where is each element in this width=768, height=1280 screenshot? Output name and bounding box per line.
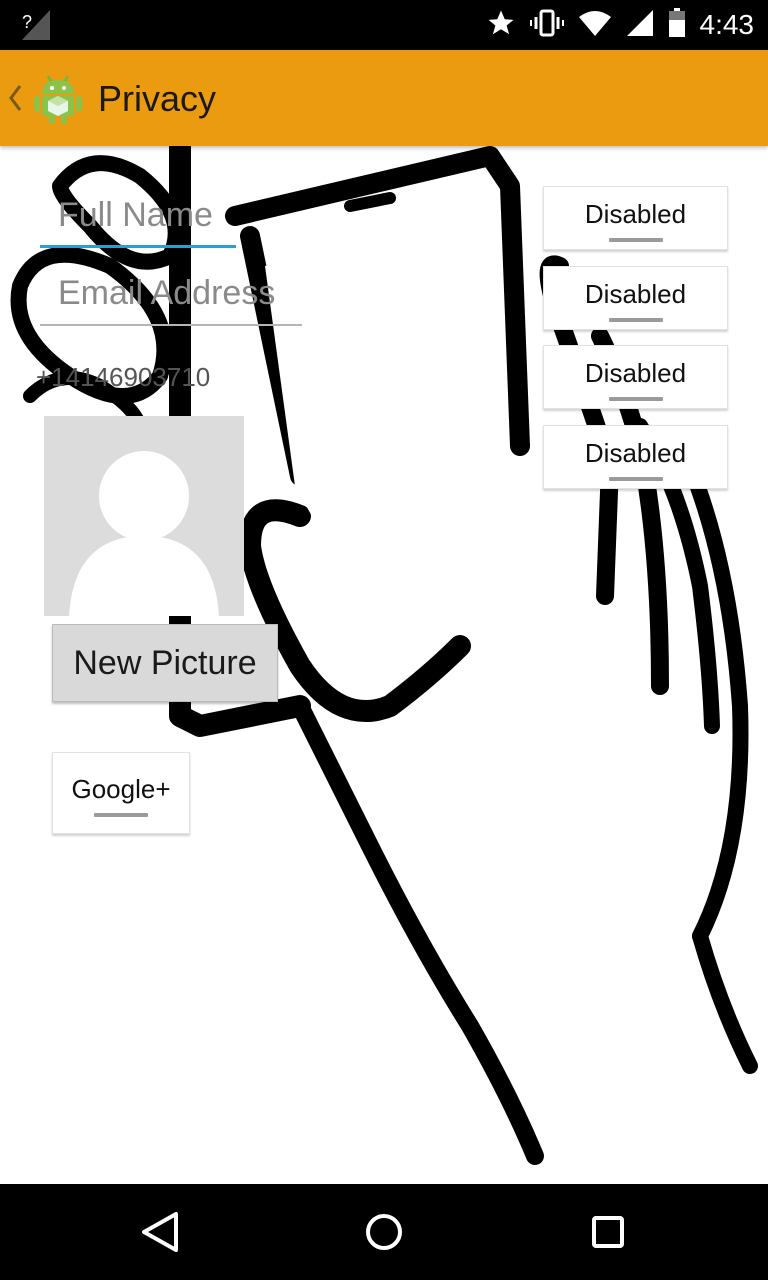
full-name-input[interactable] xyxy=(58,196,236,235)
toggle-button-4[interactable]: Disabled xyxy=(543,425,728,489)
toggle-indicator xyxy=(94,812,148,817)
google-plus-button[interactable]: Google+ xyxy=(52,752,190,834)
toggle-label: Disabled xyxy=(584,437,687,468)
toggle-indicator xyxy=(608,476,663,481)
clock: 4:43 xyxy=(699,9,755,40)
signal-unknown-icon: ? xyxy=(20,8,54,42)
battery-icon xyxy=(668,7,686,43)
navigation-bar xyxy=(0,1184,768,1280)
page-title: Privacy xyxy=(98,78,217,119)
google-plus-label: Google+ xyxy=(71,773,171,804)
home-icon[interactable] xyxy=(364,1208,404,1261)
toggle-button-2[interactable]: Disabled xyxy=(543,266,728,330)
svg-text:?: ? xyxy=(22,12,32,32)
vibrate-icon xyxy=(529,8,564,43)
wifi-icon xyxy=(578,9,612,42)
phone-number: +14146903710 xyxy=(36,362,211,392)
toggle-indicator xyxy=(608,317,663,322)
person-silhouette-icon xyxy=(69,451,219,616)
up-chevron-icon[interactable] xyxy=(6,82,24,119)
toggle-indicator xyxy=(608,237,663,242)
new-picture-button[interactable]: New Picture xyxy=(52,624,278,702)
recents-icon[interactable] xyxy=(588,1208,628,1261)
toggle-button-3[interactable]: Disabled xyxy=(543,345,728,409)
toggle-indicator xyxy=(608,396,663,401)
toggle-button-1[interactable]: Disabled xyxy=(543,186,728,250)
avatar xyxy=(44,416,244,616)
action-bar: Privacy xyxy=(0,50,768,146)
back-icon[interactable] xyxy=(140,1208,180,1261)
star-icon xyxy=(486,8,516,43)
full-name-field[interactable] xyxy=(40,196,236,248)
toggle-label: Disabled xyxy=(584,357,687,388)
toggle-label: Disabled xyxy=(584,278,687,309)
android-app-icon[interactable] xyxy=(30,70,86,131)
status-bar: ? 4:43 xyxy=(0,0,768,50)
email-field[interactable] xyxy=(40,274,302,326)
content-area: +14146903710 New Picture Google+ Disable… xyxy=(0,146,768,1184)
cell-signal-icon xyxy=(626,9,654,42)
toggle-label: Disabled xyxy=(584,198,687,229)
email-input[interactable] xyxy=(58,274,302,313)
